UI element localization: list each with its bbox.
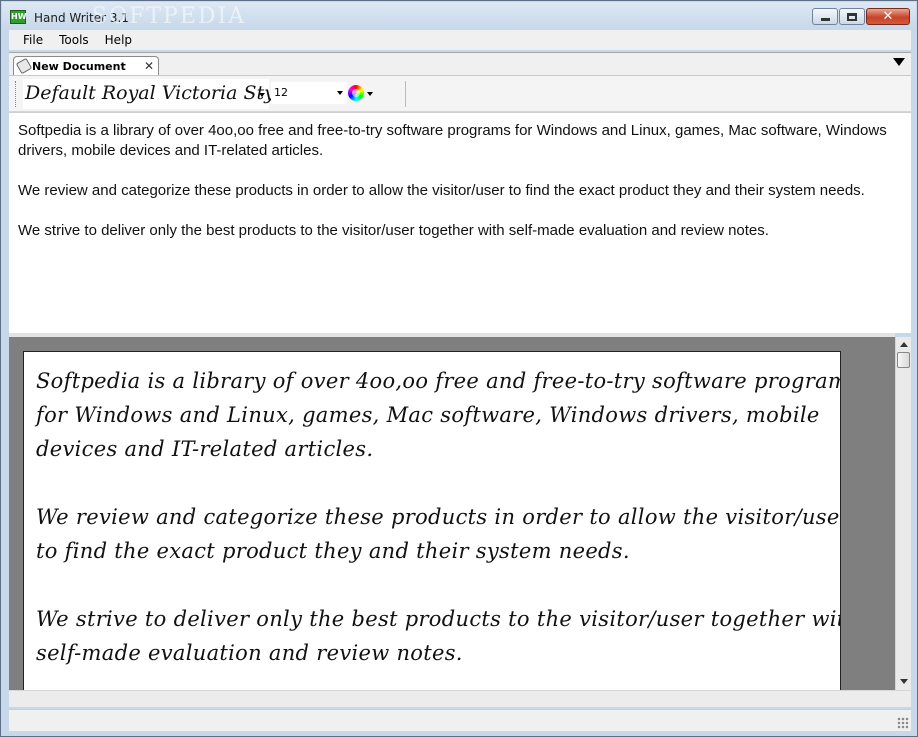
tab-list-dropdown-icon[interactable]	[893, 58, 905, 66]
title-bar[interactable]: HW Hand Writer 3.1 SOFTPEDIA ✕	[2, 2, 916, 29]
scroll-up-icon[interactable]	[900, 342, 908, 347]
close-icon: ✕	[882, 9, 894, 24]
tab-label: New Document	[32, 60, 126, 73]
preview-horizontal-scrollbar[interactable]	[9, 690, 911, 707]
text-color-button[interactable]	[348, 83, 374, 103]
font-select-value: Default Royal Victoria Style	[25, 82, 293, 104]
menu-help[interactable]: Help	[97, 33, 140, 47]
scroll-down-icon[interactable]	[900, 679, 908, 684]
menu-tools[interactable]: Tools	[51, 33, 97, 47]
size-dropdown-icon[interactable]	[337, 91, 343, 95]
toolbar-separator	[405, 81, 406, 107]
preview-vertical-scrollbar[interactable]	[895, 337, 911, 690]
font-dropdown-icon[interactable]	[259, 93, 265, 97]
close-window-button[interactable]: ✕	[866, 8, 910, 25]
preview-paragraph: Softpedia is a library of over 4oo,oo fr…	[36, 369, 841, 461]
minimize-icon	[820, 18, 830, 21]
maximize-button[interactable]	[839, 8, 865, 25]
font-size-value: 12	[274, 86, 288, 99]
format-toolbar: Default Royal Victoria Style 12	[9, 75, 911, 111]
minimize-button[interactable]	[812, 8, 838, 25]
scroll-thumb[interactable]	[897, 352, 910, 368]
resize-grip-icon[interactable]	[897, 717, 909, 729]
app-window: HW Hand Writer 3.1 SOFTPEDIA ✕ File Tool…	[0, 0, 918, 737]
text-editor[interactable]: Softpedia is a library of over 4oo,oo fr…	[9, 112, 911, 333]
tab-close-icon[interactable]: ✕	[144, 59, 154, 73]
status-bar	[9, 709, 911, 731]
tab-new-document[interactable]: New Document ✕	[13, 56, 159, 76]
maximize-icon	[847, 12, 857, 21]
toolbar-grip[interactable]	[15, 81, 18, 107]
handwriting-preview: Softpedia is a library of over 4oo,oo fr…	[9, 333, 895, 690]
editor-paragraph: Softpedia is a library of over 4oo,oo fr…	[18, 122, 887, 159]
app-logo-icon: HW	[10, 10, 27, 24]
editor-paragraph: We strive to deliver only the best produ…	[18, 222, 769, 239]
editor-paragraph: We review and categorize these products …	[18, 182, 865, 199]
color-dropdown-icon	[367, 92, 373, 96]
font-select[interactable]: Default Royal Victoria Style	[23, 79, 292, 109]
preview-paragraph: We review and categorize these products …	[36, 505, 841, 563]
document-tab-strip: New Document ✕	[9, 52, 911, 76]
menu-file[interactable]: File	[15, 33, 51, 47]
preview-page: Softpedia is a library of over 4oo,oo fr…	[23, 351, 841, 690]
preview-paragraph: We strive to deliver only the best produ…	[36, 607, 841, 665]
watermark: SOFTPEDIA	[92, 4, 247, 29]
font-size-select[interactable]: 12	[271, 82, 347, 104]
menu-bar: File Tools Help	[9, 30, 911, 50]
document-icon	[15, 57, 33, 75]
color-wheel-icon	[348, 85, 364, 101]
window-controls: ✕	[812, 8, 910, 25]
